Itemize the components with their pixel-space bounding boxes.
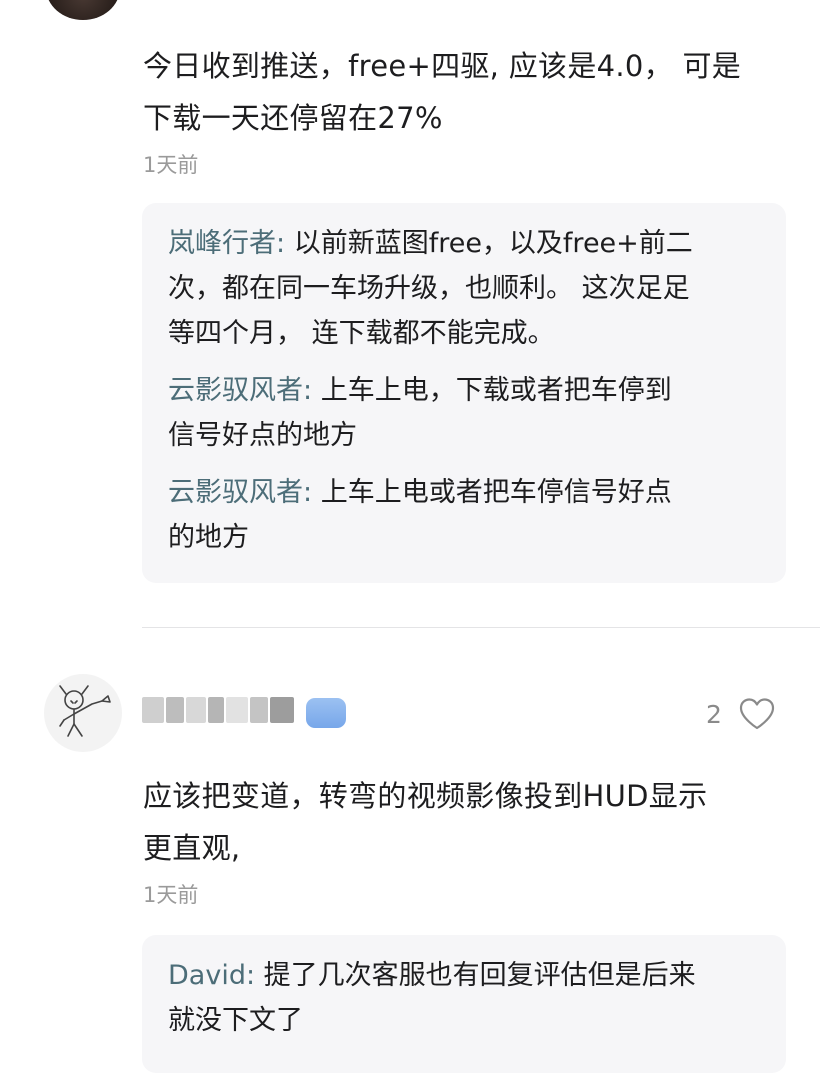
reply-author[interactable]: 云影驭风者: [168, 477, 312, 508]
user-badge [306, 698, 346, 728]
reply-text: 上车上电或者把车停信号好点 [312, 477, 672, 508]
reply-author[interactable]: David: [168, 960, 255, 991]
reply-list[interactable]: 岚峰行者: 以前新蓝图free，以及free+前二 次，都在同一车场升级，也顺利… [142, 203, 786, 583]
heart-icon[interactable] [738, 697, 776, 731]
reply-text: 等四个月， 连下载都不能完成。 [168, 318, 555, 349]
comment-time: 1天前 [143, 883, 199, 907]
reply-text: 的地方 [168, 522, 249, 553]
reply-item[interactable]: 岚峰行者: 以前新蓝图free，以及free+前二 次，都在同一车场升级，也顺利… [168, 221, 760, 356]
reply-item[interactable]: 云影驭风者: 上车上电或者把车停信号好点 的地方 [168, 470, 760, 560]
comment-text: 今日收到推送，free+四驱, 应该是4.0， 可是 下载一天还停留在27% [143, 49, 742, 135]
reply-text: 信号好点的地方 [168, 420, 357, 451]
reply-text: 提了几次客服也有回复评估但是后来 [255, 960, 696, 991]
reply-author[interactable]: 岚峰行者: [168, 228, 285, 259]
reply-author[interactable]: 云影驭风者: [168, 375, 312, 406]
avatar[interactable] [46, 0, 120, 20]
comment-text: 应该把变道，转弯的视频影像投到HUD显示 更直观, [143, 779, 708, 865]
reply-item[interactable]: David: 提了几次客服也有回复评估但是后来 就没下文了 [168, 953, 760, 1043]
reply-text: 上车上电，下载或者把车停到 [312, 375, 672, 406]
reply-text: 就没下文了 [168, 1005, 303, 1036]
comment-time: 1天前 [143, 153, 199, 177]
reply-text: 以前新蓝图free，以及free+前二 [285, 228, 693, 259]
username[interactable] [142, 697, 302, 727]
divider [142, 627, 820, 628]
reply-list[interactable]: David: 提了几次客服也有回复评估但是后来 就没下文了 [142, 935, 786, 1073]
reply-item[interactable]: 云影驭风者: 上车上电，下载或者把车停到 信号好点的地方 [168, 368, 760, 458]
reply-text: 次，都在同一车场升级，也顺利。 这次足足 [168, 273, 690, 304]
like-count: 2 [706, 700, 722, 729]
avatar[interactable] [44, 674, 122, 752]
cartoon-avatar-icon [59, 685, 111, 737]
